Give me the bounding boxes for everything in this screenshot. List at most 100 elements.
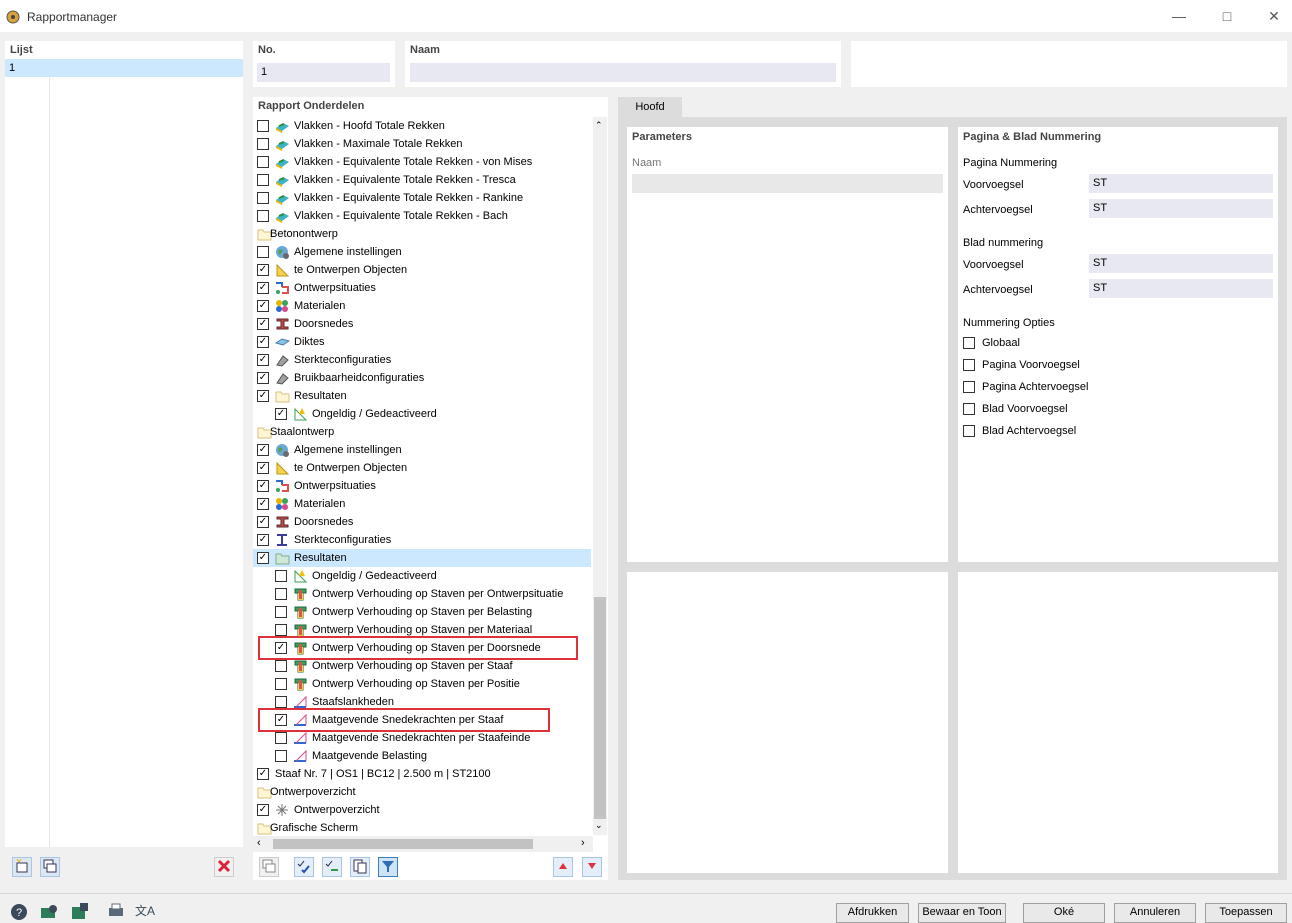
tree-item[interactable]: Vlakken - Hoofd Totale Rekken <box>253 117 591 135</box>
translate-button[interactable]: 文A <box>135 902 155 920</box>
pagina-achtervoegsel-input[interactable]: ST <box>1089 199 1273 218</box>
naam-input[interactable] <box>410 63 836 82</box>
tree-item-checkbox[interactable] <box>257 246 269 258</box>
tree-item[interactable]: Staalontwerp <box>253 423 591 441</box>
tree-item-checkbox[interactable] <box>275 732 287 744</box>
save-settings-button[interactable] <box>70 902 90 920</box>
tree-item[interactable]: ✓ Doorsnedes <box>253 513 591 531</box>
tree-item[interactable]: ✓ Resultaten <box>253 549 591 567</box>
print-button[interactable] <box>106 902 126 920</box>
tree-item[interactable]: Algemene instellingen <box>253 243 591 261</box>
new-item-button[interactable] <box>12 857 32 877</box>
tree-item[interactable]: ✓ Materialen <box>253 495 591 513</box>
checkbox[interactable] <box>963 337 975 349</box>
help-button[interactable]: ? <box>10 902 28 920</box>
filter-button[interactable] <box>378 857 398 877</box>
move-down-button[interactable] <box>582 857 602 877</box>
tree-item[interactable]: ✓ Sterkteconfiguraties <box>253 351 591 369</box>
tree-item[interactable]: Vlakken - Equivalente Totale Rekken - vo… <box>253 153 591 171</box>
blad-voorvoegsel-input[interactable]: ST <box>1089 254 1273 273</box>
document-button[interactable] <box>350 857 370 877</box>
comment-panel[interactable] <box>851 41 1287 87</box>
tree-item-checkbox[interactable]: ✓ <box>257 516 269 528</box>
checkbox[interactable] <box>963 425 975 437</box>
minimize-button[interactable]: — <box>1171 8 1187 24</box>
maximize-button[interactable]: □ <box>1219 8 1235 24</box>
tree-item-checkbox[interactable]: ✓ <box>257 372 269 384</box>
checkbox[interactable] <box>963 381 975 393</box>
parameters-naam-input[interactable] <box>632 174 943 193</box>
tree-item[interactable]: Vlakken - Equivalente Totale Rekken - Ba… <box>253 207 591 225</box>
scroll-up-icon[interactable]: ⌃ <box>595 120 603 131</box>
tree-item-checkbox[interactable] <box>275 660 287 672</box>
tree-item-checkbox[interactable] <box>257 192 269 204</box>
option-blad-voorvoegsel[interactable]: Blad Voorvoegsel <box>963 402 1163 418</box>
tree-item[interactable]: Vlakken - Maximale Totale Rekken <box>253 135 591 153</box>
tree-item-checkbox[interactable]: ✓ <box>257 354 269 366</box>
tree-item-checkbox[interactable]: ✓ <box>257 498 269 510</box>
tab-hoofd[interactable]: Hoofd <box>618 97 682 118</box>
tree-item[interactable]: ✓ te Ontwerpen Objecten <box>253 261 591 279</box>
toepassen-button[interactable]: Toepassen <box>1205 903 1287 923</box>
pagina-voorvoegsel-input[interactable]: ST <box>1089 174 1273 193</box>
tree-item-checkbox[interactable] <box>275 570 287 582</box>
checkbox[interactable] <box>963 359 975 371</box>
tree-item-checkbox[interactable] <box>275 606 287 618</box>
tree-item[interactable]: Ontwerp Verhouding op Staven per Belasti… <box>253 603 591 621</box>
checkbox[interactable] <box>963 403 975 415</box>
afdrukken-button[interactable]: Afdrukken <box>836 903 909 923</box>
tree-item-checkbox[interactable]: ✓ <box>257 318 269 330</box>
tree-item-checkbox[interactable]: ✓ <box>257 804 269 816</box>
scroll-h-thumb[interactable] <box>273 839 533 849</box>
tree-item[interactable]: ✓ Ontwerpsituaties <box>253 477 591 495</box>
option-pagina-achtervoegsel[interactable]: Pagina Achtervoegsel <box>963 380 1163 396</box>
tree-item-checkbox[interactable]: ✓ <box>257 462 269 474</box>
delete-item-button[interactable] <box>214 857 234 877</box>
tree-item-checkbox[interactable]: ✓ <box>257 552 269 564</box>
tree-item-checkbox[interactable]: ✓ <box>275 408 287 420</box>
bewaar-en-toon-button[interactable]: Bewaar en Toon <box>918 903 1006 923</box>
list-item[interactable]: 1 <box>5 59 243 77</box>
tree-item[interactable]: Ontwerpoverzicht <box>253 783 591 801</box>
option-pagina-voorvoegsel[interactable]: Pagina Voorvoegsel <box>963 358 1163 374</box>
tree-item-checkbox[interactable] <box>257 210 269 222</box>
option-globaal[interactable]: Globaal <box>963 336 1163 352</box>
option-blad-achtervoegsel[interactable]: Blad Achtervoegsel <box>963 424 1163 440</box>
oke-button[interactable]: Oké <box>1023 903 1105 923</box>
tree-item[interactable]: ✓ te Ontwerpen Objecten <box>253 459 591 477</box>
units-button[interactable] <box>39 902 59 920</box>
tree-item[interactable]: ✓ Ontwerpoverzicht <box>253 801 591 819</box>
tree-item[interactable]: ✓ Ongeldig / Gedeactiveerd <box>253 405 591 423</box>
tree-item-checkbox[interactable] <box>275 696 287 708</box>
tree-item-checkbox[interactable] <box>257 156 269 168</box>
tree-item[interactable]: Vlakken - Equivalente Totale Rekken - Tr… <box>253 171 591 189</box>
move-up-button[interactable] <box>553 857 573 877</box>
tree-item-checkbox[interactable]: ✓ <box>257 480 269 492</box>
tree-item-checkbox[interactable]: ✓ <box>257 282 269 294</box>
tree-item[interactable]: ✓ Doorsnedes <box>253 315 591 333</box>
tree-item-checkbox[interactable] <box>275 624 287 636</box>
tree-item[interactable]: ✓ Algemene instellingen <box>253 441 591 459</box>
rapport-copy-button[interactable] <box>259 857 279 877</box>
tree-item[interactable]: Ontwerp Verhouding op Staven per Positie <box>253 675 591 693</box>
tree-item[interactable]: Grafische Scherm <box>253 819 591 835</box>
tree-item-checkbox[interactable] <box>257 120 269 132</box>
toggle-check-button[interactable] <box>322 857 342 877</box>
tree-item[interactable]: ✓ Materialen <box>253 297 591 315</box>
tree-item-checkbox[interactable]: ✓ <box>257 768 269 780</box>
tree-item-checkbox[interactable]: ✓ <box>257 264 269 276</box>
tree-item[interactable]: Betonontwerp <box>253 225 591 243</box>
close-button[interactable]: ✕ <box>1266 8 1282 24</box>
scroll-down-icon[interactable]: ⌄ <box>595 820 603 831</box>
no-input[interactable]: 1 <box>257 63 390 82</box>
annuleren-button[interactable]: Annuleren <box>1114 903 1196 923</box>
tree-item[interactable]: Maatgevende Belasting <box>253 747 591 765</box>
scroll-left-icon[interactable]: ‹ <box>257 837 261 849</box>
tree-item-checkbox[interactable]: ✓ <box>257 300 269 312</box>
tree-item[interactable]: ✓ Bruikbaarheidconfiguraties <box>253 369 591 387</box>
tree-item[interactable]: ✓ Sterkteconfiguraties <box>253 531 591 549</box>
tree-item[interactable]: ✓ Diktes <box>253 333 591 351</box>
copy-item-button[interactable] <box>40 857 60 877</box>
tree-item[interactable]: ✓ Staaf Nr. 7 | OS1 | BC12 | 2.500 m | ST… <box>253 765 591 783</box>
tree-vertical-scrollbar[interactable]: ⌃ ⌄ <box>593 117 607 835</box>
